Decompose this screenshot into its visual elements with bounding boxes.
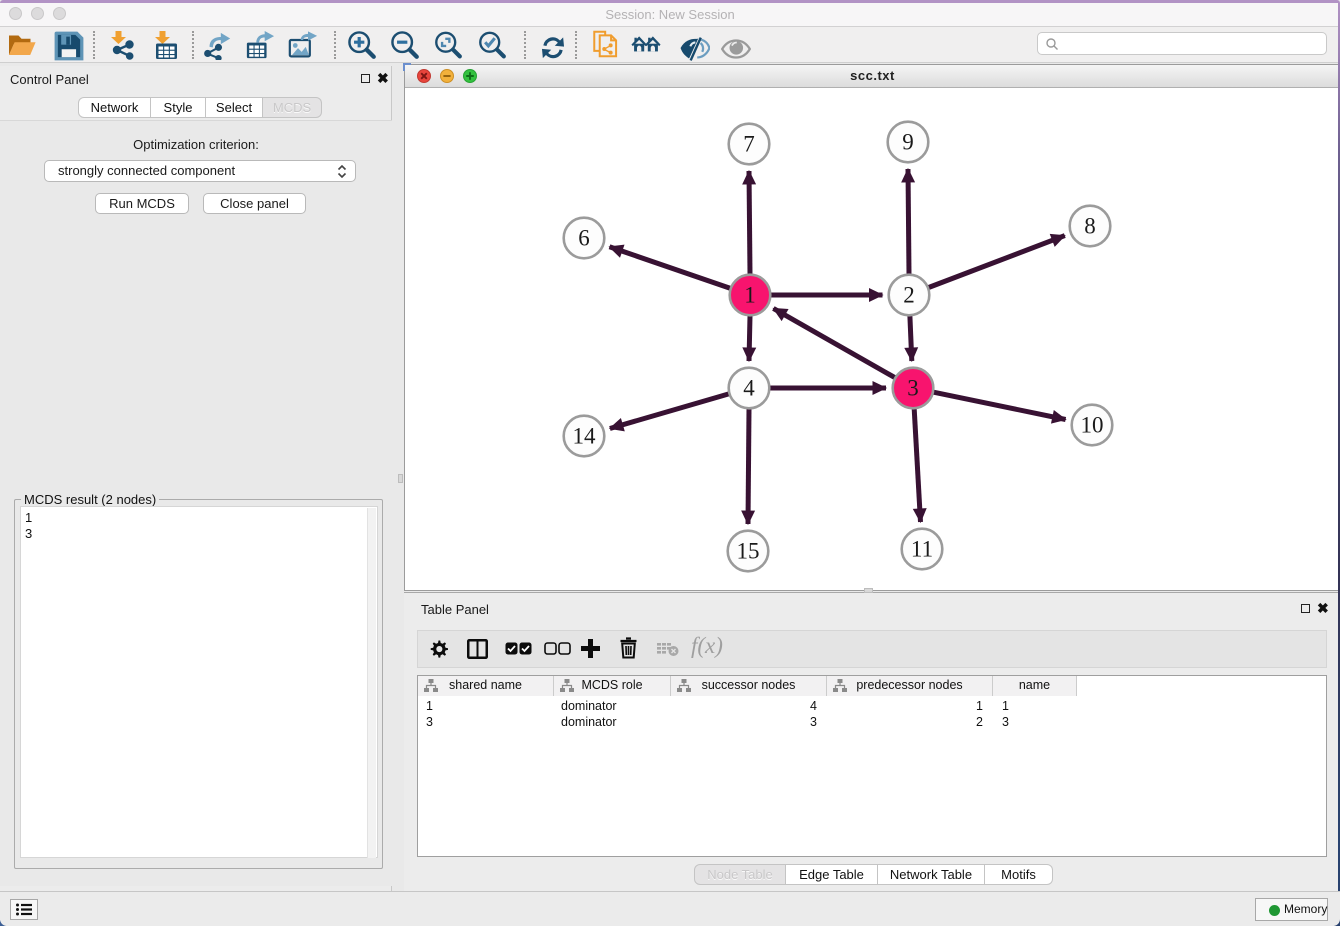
svg-text:11: 11: [911, 537, 933, 562]
svg-text:10: 10: [1081, 413, 1104, 438]
svg-text:4: 4: [743, 376, 755, 401]
svg-text:9: 9: [902, 130, 914, 155]
svg-text:2: 2: [903, 283, 915, 308]
svg-text:7: 7: [743, 132, 755, 157]
svg-text:6: 6: [578, 226, 590, 251]
svg-text:15: 15: [737, 539, 760, 564]
svg-text:1: 1: [744, 283, 756, 308]
svg-text:3: 3: [907, 376, 919, 401]
svg-text:8: 8: [1084, 214, 1096, 239]
svg-text:14: 14: [573, 424, 597, 449]
